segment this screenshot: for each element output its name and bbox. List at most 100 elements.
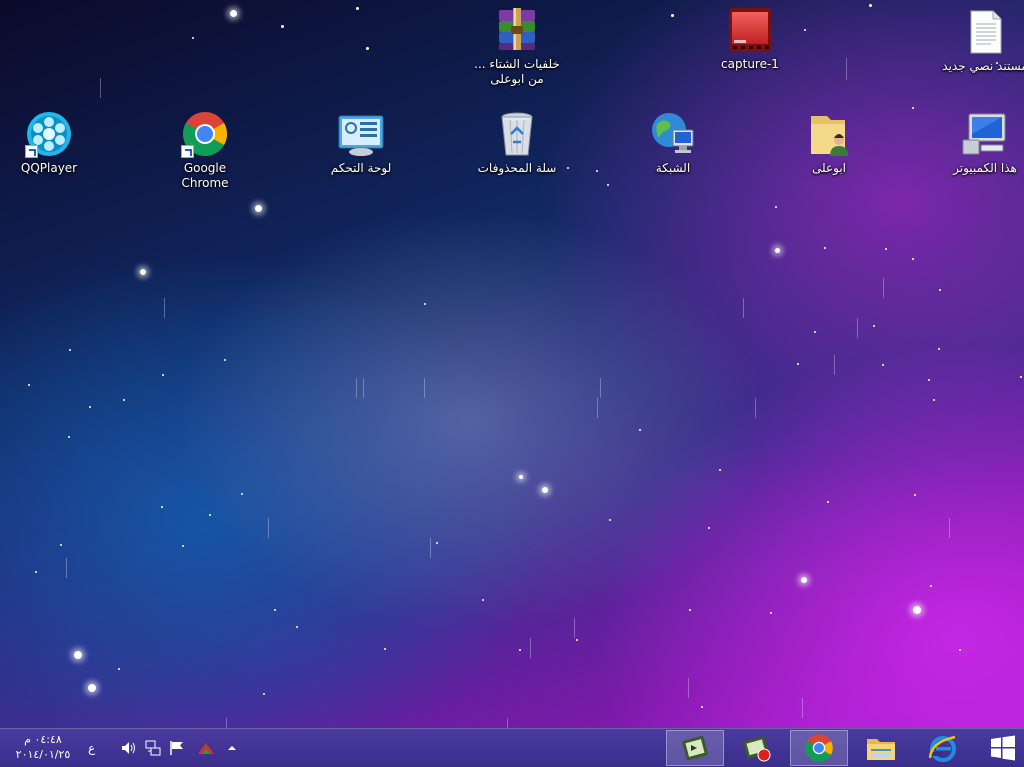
windows-logo-icon [991, 735, 1015, 761]
wallpaper-light-streak [857, 318, 858, 338]
user-folder-icon [805, 110, 853, 158]
desktop-icon-label: لوحة التحكم [330, 161, 392, 175]
input-language-indicator[interactable]: ع [88, 741, 95, 755]
wallpaper-star [355, 6, 359, 10]
internet-explorer-icon [928, 735, 956, 762]
taskbar-camtasia-recorder[interactable] [728, 730, 786, 766]
wallpaper-star [607, 184, 609, 186]
wallpaper-star [182, 545, 184, 547]
wallpaper-star [868, 3, 872, 7]
show-hidden-icons-icon[interactable] [223, 739, 241, 757]
wallpaper-star [939, 289, 941, 291]
start-button[interactable] [974, 730, 1024, 766]
action-center-flag-icon[interactable] [168, 739, 186, 757]
wallpaper-light-streak [424, 378, 425, 398]
wallpaper-star [162, 374, 164, 376]
taskbar-google-chrome[interactable] [790, 730, 848, 766]
wallpaper-star [35, 571, 37, 573]
wallpaper-star [639, 429, 641, 431]
camtasia-studio-icon [682, 735, 708, 761]
wallpaper-light-streak [226, 718, 227, 728]
wallpaper-light-streak [268, 518, 269, 538]
desktop-icon-abouali-folder[interactable]: ابوعلى [783, 110, 875, 176]
wallpaper-light-streak [66, 558, 67, 578]
wallpaper-star [774, 247, 780, 253]
wallpaper-star [824, 247, 826, 249]
wallpaper-star [708, 527, 710, 529]
wallpaper-star [60, 544, 62, 546]
wallpaper-star [140, 269, 146, 275]
file-explorer-icon [867, 739, 895, 760]
wallpaper-light-streak [755, 398, 756, 418]
wallpaper-star [567, 167, 569, 169]
wallpaper-star [719, 469, 721, 471]
chrome-icon [805, 734, 833, 762]
wallpaper-star [519, 649, 521, 651]
desktop-icon-label: QQPlayer [20, 161, 78, 175]
wallpaper-star [770, 612, 772, 614]
wallpaper-star [519, 475, 523, 479]
wallpaper-star [814, 331, 816, 333]
system-clock[interactable]: ٠٤:٤٨ م ٢٠١٤/٠١/٢٥ [14, 732, 72, 762]
desktop-icon-label: سلة المحذوفات [477, 161, 557, 175]
wallpaper-star [209, 514, 211, 516]
desktop-icon-network[interactable]: الشبكة [627, 110, 719, 176]
desktop-icon-google-chrome[interactable]: Google Chrome [159, 110, 251, 191]
desktop-icon-winter-wallpapers[interactable]: خلفيات الشتاء ... من ابوعلى [471, 6, 563, 87]
wallpaper-star [912, 107, 914, 109]
desktop-icon-capture[interactable]: capture-1 [704, 6, 796, 72]
wallpaper-light-streak [949, 518, 950, 538]
shortcut-arrow-icon [181, 145, 194, 158]
wallpaper-star [912, 258, 914, 260]
desktop-icon-qqplayer[interactable]: QQPlayer [3, 110, 95, 176]
wallpaper-star [959, 649, 961, 651]
wallpaper-star [384, 648, 386, 650]
wallpaper-star [928, 379, 930, 381]
text-document-icon [961, 8, 1009, 56]
wallpaper-star [224, 359, 226, 361]
desktop-icon-control-panel[interactable]: لوحة التحكم [315, 110, 407, 176]
desktop-icon-label: Google Chrome [181, 161, 229, 190]
computer-icon [961, 110, 1009, 158]
wallpaper-star [28, 384, 30, 386]
wallpaper-star [69, 349, 71, 351]
taskbar-camtasia-studio[interactable] [666, 730, 724, 766]
wallpaper-star [161, 506, 163, 508]
desktop-icon-recycle-bin[interactable]: سلة المحذوفات [471, 110, 563, 176]
volume-icon[interactable] [120, 739, 138, 757]
desktop-icon-new-text-document[interactable]: مستند نصي جديد [939, 8, 1024, 74]
desktop-background[interactable]: مستند نصي جديد capture-1 خلفيات الشتاء .… [0, 0, 1024, 728]
desktop-icon-label: الشبكة [655, 161, 691, 175]
wallpaper-star [274, 609, 276, 611]
wallpaper-light-streak [363, 378, 364, 398]
wallpaper-light-streak [507, 718, 508, 728]
wallpaper-light-streak [743, 298, 744, 318]
wallpaper-star [296, 626, 298, 628]
wallpaper-star [701, 706, 703, 708]
clock-time: ٠٤:٤٨ م [24, 733, 62, 746]
wallpaper-star [88, 684, 96, 692]
wallpaper-light-streak [846, 58, 847, 80]
taskbar-file-explorer[interactable] [852, 730, 910, 766]
wallpaper-light-streak [164, 298, 165, 318]
wallpaper-star [609, 519, 611, 521]
wallpaper-star [576, 639, 578, 641]
wallpaper-light-streak [883, 278, 884, 298]
wallpaper-light-streak [530, 638, 531, 658]
wallpaper-star [254, 204, 262, 212]
network-globe-icon [649, 110, 697, 158]
app-tray-icon[interactable] [197, 739, 215, 757]
wallpaper-star [542, 487, 548, 493]
desktop-icon-this-computer[interactable]: هذا الكمبيوتر [939, 110, 1024, 176]
wallpaper-light-streak [574, 618, 575, 638]
wallpaper-star [670, 13, 674, 17]
wallpaper-star [482, 599, 484, 601]
wallpaper-star [933, 399, 935, 401]
wallpaper-star [192, 37, 194, 39]
qqplayer-icon [25, 110, 73, 158]
wallpaper-star [689, 609, 691, 611]
wallpaper-star [596, 170, 598, 172]
network-icon[interactable] [144, 739, 162, 757]
taskbar-internet-explorer[interactable] [914, 730, 972, 766]
wallpaper-star [241, 493, 243, 495]
